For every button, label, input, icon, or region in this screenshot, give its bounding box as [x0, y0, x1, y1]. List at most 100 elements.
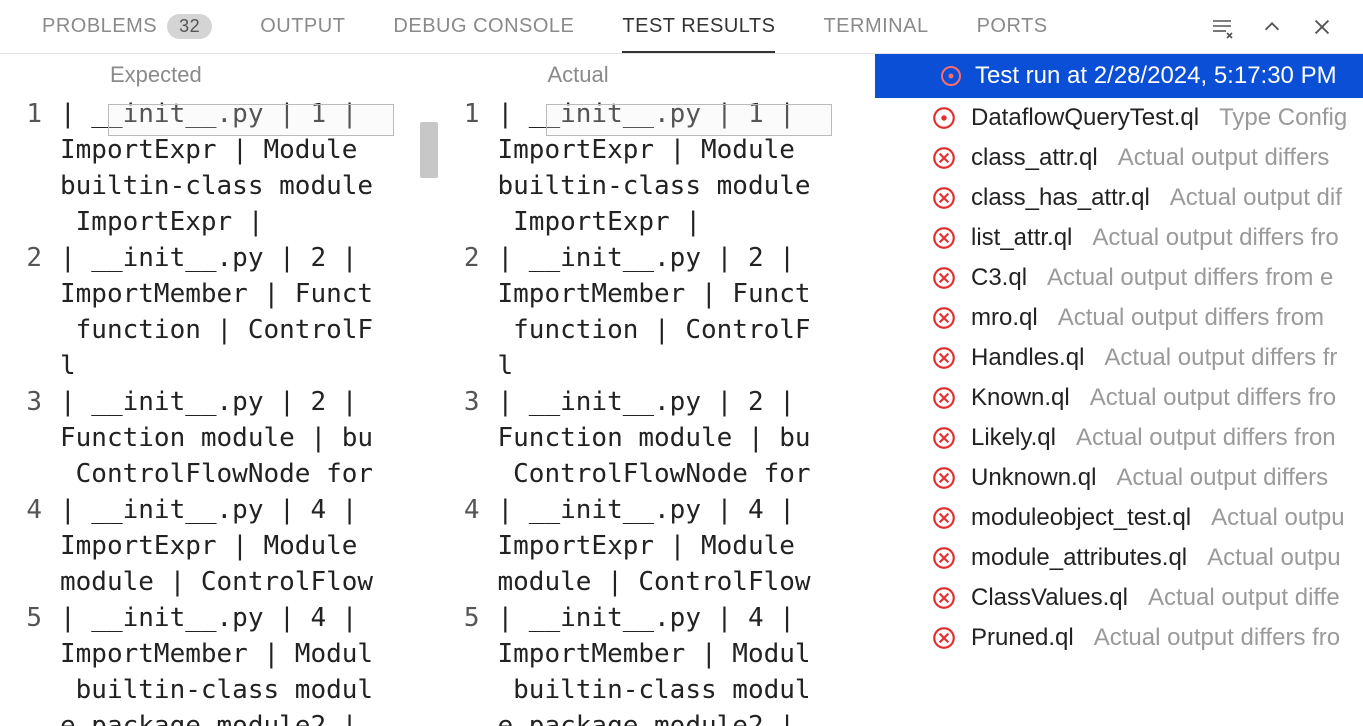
line-number	[438, 564, 480, 600]
test-message: Actual output differs fro	[1094, 624, 1340, 652]
expected-code[interactable]: 123456 | __init__.py | 1 | ImportExpr | …	[0, 96, 438, 726]
code-line: l	[60, 348, 438, 384]
code-line: module | ControlFlow	[498, 564, 876, 600]
tab-debug-console[interactable]: DEBUG CONSOLE	[369, 0, 598, 53]
test-result-item[interactable]: ClassValues.qlActual output diffe	[875, 578, 1363, 618]
code-line: ImportExpr | Module	[498, 132, 876, 168]
code-line: module | ControlFlow	[60, 564, 438, 600]
close-icon[interactable]	[1309, 14, 1335, 40]
test-file-name: Unknown.ql	[971, 464, 1096, 492]
test-result-item[interactable]: mro.ql Actual output differs from	[875, 298, 1363, 338]
line-number: 1	[438, 96, 480, 132]
test-file-name: class_has_attr.ql	[971, 184, 1150, 212]
test-result-item[interactable]: Handles.qlActual output differs fr	[875, 338, 1363, 378]
line-number	[438, 132, 480, 168]
test-message: Actual output differs fro	[1092, 224, 1338, 252]
error-x-icon	[931, 585, 957, 611]
error-x-icon	[931, 185, 957, 211]
test-file-name: module_attributes.ql	[971, 544, 1187, 572]
test-result-item[interactable]: class_has_attr.ql Actual output dif	[875, 178, 1363, 218]
test-message: Actual output differs from e	[1047, 264, 1333, 292]
expected-lines: | __init__.py | 1 | ImportExpr | Module …	[60, 96, 438, 726]
actual-lines: | __init__.py | 1 | ImportExpr | Module …	[498, 96, 876, 726]
line-number	[0, 312, 42, 348]
test-file-name: DataflowQueryTest.ql	[971, 104, 1199, 132]
error-x-icon	[931, 225, 957, 251]
test-result-item[interactable]: list_attr.ql Actual output differs fro	[875, 218, 1363, 258]
tab-terminal-label: TERMINAL	[823, 15, 928, 38]
line-number	[0, 528, 42, 564]
code-line: | __init__.py | 4 |	[498, 600, 876, 636]
actual-code[interactable]: 123456 | __init__.py | 1 | ImportExpr | …	[438, 96, 876, 726]
code-line: | __init__.py | 2 |	[60, 384, 438, 420]
code-line: Function module | bu	[60, 420, 438, 456]
actual-header: Actual	[438, 54, 876, 96]
line-number	[438, 672, 480, 708]
test-message: Actual output differs from	[1058, 304, 1324, 332]
error-dot-icon	[939, 64, 963, 88]
expected-header: Expected	[0, 54, 438, 96]
line-number	[438, 276, 480, 312]
error-x-icon	[931, 345, 957, 371]
test-file-name: moduleobject_test.ql	[971, 504, 1191, 532]
code-line: | __init__.py | 2 |	[498, 384, 876, 420]
line-number	[0, 708, 42, 726]
actual-gutter: 123456	[438, 96, 498, 726]
line-number: 3	[438, 384, 480, 420]
test-result-item[interactable]: moduleobject_test.qlActual outpu	[875, 498, 1363, 538]
line-number	[0, 636, 42, 672]
code-line: ImportExpr |	[498, 204, 876, 240]
test-run-header[interactable]: Test run at 2/28/2024, 5:17:30 PM	[875, 54, 1363, 98]
test-result-item[interactable]: DataflowQueryTest.ql Type Config	[875, 98, 1363, 138]
test-run-title: Test run at 2/28/2024, 5:17:30 PM	[975, 62, 1337, 90]
test-file-name: Pruned.ql	[971, 624, 1074, 652]
test-file-name: mro.ql	[971, 304, 1038, 332]
test-message: Actual outpu	[1207, 544, 1340, 572]
tab-ports[interactable]: PORTS	[953, 0, 1072, 53]
chevron-up-icon[interactable]	[1259, 14, 1285, 40]
code-line: ControlFlowNode for	[60, 456, 438, 492]
test-result-list: DataflowQueryTest.ql Type Config class_att…	[875, 98, 1363, 726]
code-line: | __init__.py | 4 |	[60, 492, 438, 528]
tab-test-results[interactable]: TEST RESULTS	[598, 0, 799, 53]
test-file-name: list_attr.ql	[971, 224, 1072, 252]
test-result-item[interactable]: Likely.qlActual output differs fron	[875, 418, 1363, 458]
code-line: Function module | bu	[498, 420, 876, 456]
code-line: e package.module2 |	[498, 708, 876, 726]
test-result-item[interactable]: Known.qlActual output differs fro	[875, 378, 1363, 418]
test-result-item[interactable]: class_attr.qlActual output differs	[875, 138, 1363, 178]
code-line: ImportMember | Funct	[498, 276, 876, 312]
test-run-panel: Test run at 2/28/2024, 5:17:30 PM Datafl…	[875, 54, 1363, 726]
code-line: ControlFlowNode for	[498, 456, 876, 492]
tab-problems[interactable]: PROBLEMS 32	[18, 0, 236, 53]
error-x-icon	[931, 145, 957, 171]
code-line: | __init__.py | 4 |	[60, 600, 438, 636]
line-number	[438, 528, 480, 564]
test-result-item[interactable]: Unknown.qlActual output differs	[875, 458, 1363, 498]
line-number: 1	[0, 96, 42, 132]
line-number	[438, 204, 480, 240]
tab-terminal[interactable]: TERMINAL	[799, 0, 952, 53]
clear-all-icon[interactable]	[1209, 14, 1235, 40]
error-dot-icon	[931, 105, 957, 131]
scrollbar-thumb[interactable]	[420, 122, 438, 178]
problems-count-badge: 32	[167, 14, 212, 39]
code-line: builtin-class modul	[498, 672, 876, 708]
test-result-item[interactable]: Pruned.ql Actual output differs fro	[875, 618, 1363, 658]
test-message: Actual output differs fro	[1090, 384, 1336, 412]
line-number	[0, 168, 42, 204]
error-x-icon	[931, 265, 957, 291]
tab-output[interactable]: OUTPUT	[236, 0, 369, 53]
test-file-name: class_attr.ql	[971, 144, 1098, 172]
test-message: Type Config	[1219, 104, 1347, 132]
error-x-icon	[931, 465, 957, 491]
test-message: Actual output dif	[1170, 184, 1342, 212]
code-line: function | ControlF	[498, 312, 876, 348]
test-result-item[interactable]: C3.qlActual output differs from e	[875, 258, 1363, 298]
test-result-item[interactable]: module_attributes.ql Actual outpu	[875, 538, 1363, 578]
code-line: ImportMember | Funct	[60, 276, 438, 312]
code-line: ImportMember | Modul	[60, 636, 438, 672]
line-number	[0, 564, 42, 600]
error-x-icon	[931, 425, 957, 451]
code-line: builtin-class module	[60, 168, 438, 204]
